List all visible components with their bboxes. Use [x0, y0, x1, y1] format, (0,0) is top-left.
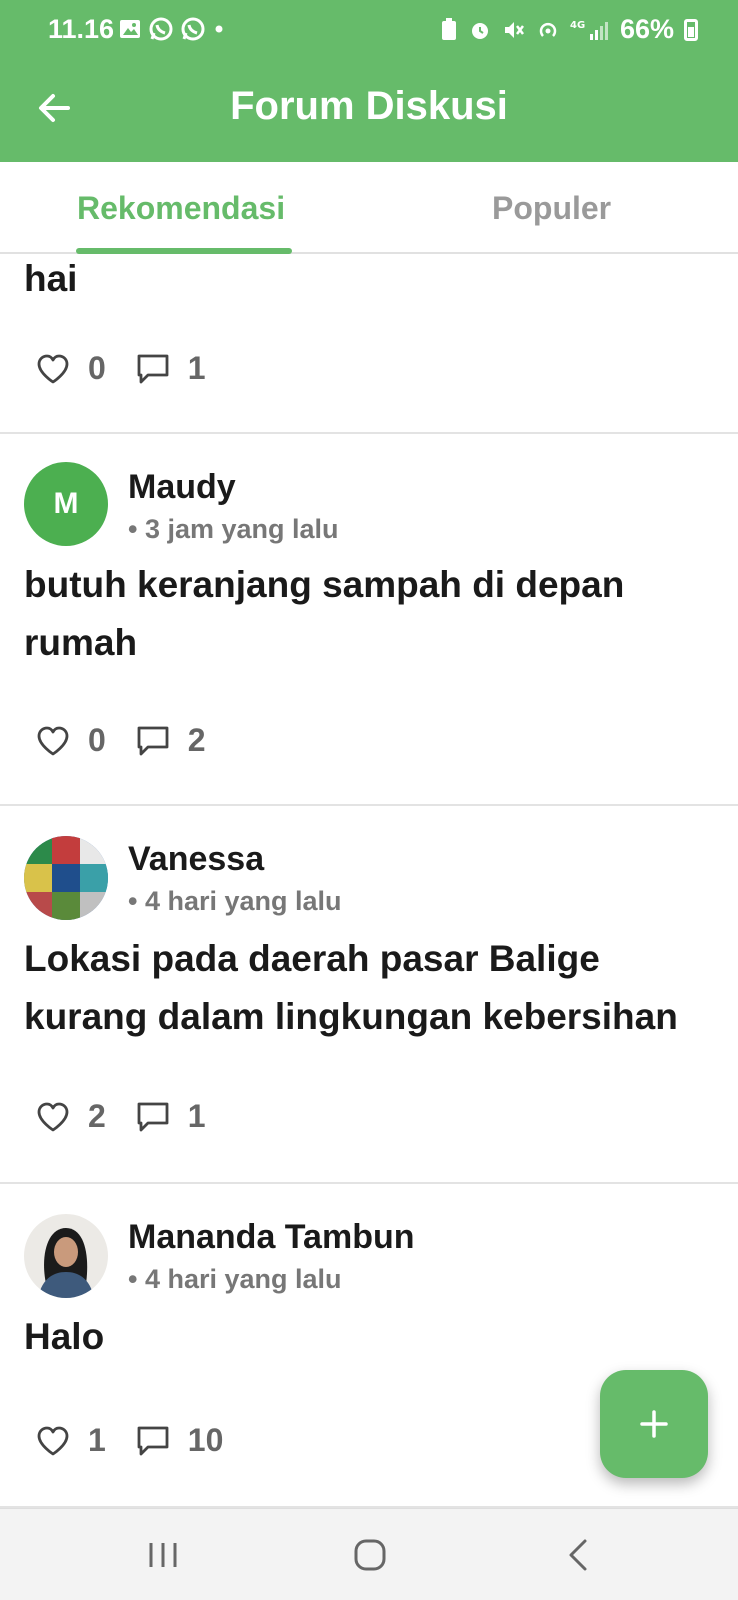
chevron-left-icon: [569, 1539, 587, 1571]
post-actions: 0 2: [36, 722, 206, 759]
heart-icon: [37, 1426, 69, 1455]
like-button[interactable]: 2: [36, 1098, 106, 1135]
comment-button[interactable]: 1: [136, 350, 206, 387]
like-count: 2: [88, 1098, 106, 1134]
post-text: butuh keranjang sampah di depan rumah: [24, 564, 625, 663]
post-actions: 2 1: [36, 1098, 206, 1135]
home-icon: [354, 1539, 386, 1571]
avatar-image: [24, 1214, 108, 1298]
mute-icon: [504, 21, 524, 38]
battery-icon: [684, 18, 698, 41]
comment-button[interactable]: 1: [136, 1098, 206, 1135]
like-count: 1: [88, 1422, 106, 1458]
post-actions: 0 1: [36, 350, 206, 387]
post-time: • 3 jam yang lalu: [128, 514, 339, 544]
post-time: • 4 hari yang lalu: [128, 1264, 342, 1294]
post-card[interactable]: Vanessa • 4 hari yang lalu Lokasi pada d…: [0, 808, 738, 1184]
post-card[interactable]: hai 0 1: [0, 254, 738, 434]
heart-icon: [37, 354, 69, 383]
post-text: hai: [24, 258, 78, 299]
comment-count: 10: [187, 1422, 224, 1458]
post-author: Maudy: [128, 468, 236, 506]
system-icons: 4G 66%: [440, 14, 698, 45]
alarm-icon: [471, 22, 488, 39]
dot-icon: [215, 25, 223, 33]
like-button[interactable]: 1: [36, 1422, 106, 1459]
heart-icon: [37, 726, 69, 755]
avatar: [24, 836, 108, 920]
svg-text:4G: 4G: [570, 20, 585, 31]
page-title: Forum Diskusi: [230, 84, 508, 128]
heart-icon: [37, 1102, 69, 1131]
avatar: [24, 1214, 108, 1298]
recent-apps-button[interactable]: [133, 1529, 193, 1581]
post-author: Vanessa: [128, 840, 265, 878]
like-count: 0: [88, 350, 106, 386]
avatar: M: [24, 462, 108, 546]
comment-count: 1: [187, 1098, 206, 1134]
system-nav-bar: [0, 1508, 738, 1600]
notification-icons: [118, 16, 226, 42]
comment-count: 2: [187, 722, 206, 758]
post-actions: 1 10: [36, 1422, 223, 1459]
comment-icon: [137, 354, 169, 383]
like-count: 0: [88, 722, 106, 758]
add-post-button[interactable]: [600, 1370, 708, 1478]
battery-saver-icon: [441, 17, 456, 40]
tab-populer[interactable]: Populer: [492, 190, 611, 227]
status-bar: 11.16 4G 66%: [0, 0, 738, 62]
plus-icon: [640, 1410, 668, 1438]
avatar-image: [24, 836, 108, 920]
comment-button[interactable]: 10: [136, 1422, 224, 1459]
back-nav-button[interactable]: [548, 1529, 608, 1581]
home-button[interactable]: [340, 1529, 400, 1581]
post-text: Halo: [24, 1316, 105, 1357]
tab-bar: Rekomendasi Populer: [0, 162, 738, 254]
comment-count: 1: [187, 350, 206, 386]
post-author: Mananda Tambun: [128, 1218, 415, 1256]
post-list[interactable]: hai 0 1 M Maudy • 3 jam yang lalu butuh …: [0, 254, 738, 1508]
comment-icon: [137, 726, 169, 755]
hotspot-icon: [539, 22, 557, 37]
comment-icon: [137, 1426, 169, 1455]
whatsapp-icon: [149, 17, 173, 41]
app-bar: 11.16 4G 66% Forum Diskusi: [0, 0, 738, 162]
signal-icon: 4G: [570, 20, 608, 40]
gallery-icon: [120, 20, 140, 38]
comment-icon: [137, 1102, 169, 1131]
battery-percent: 66%: [619, 14, 674, 44]
tab-rekomendasi[interactable]: Rekomendasi: [77, 190, 285, 227]
recent-apps-icon: [149, 1543, 177, 1567]
status-time: 11.16: [48, 14, 115, 44]
like-button[interactable]: 0: [36, 350, 106, 387]
post-card[interactable]: M Maudy • 3 jam yang lalu butuh keranjan…: [0, 434, 738, 806]
post-text: Lokasi pada daerah pasar Balige kurang d…: [24, 938, 678, 1037]
comment-button[interactable]: 2: [136, 722, 206, 759]
whatsapp-icon: [181, 17, 205, 41]
like-button[interactable]: 0: [36, 722, 106, 759]
post-time: • 4 hari yang lalu: [128, 886, 342, 916]
